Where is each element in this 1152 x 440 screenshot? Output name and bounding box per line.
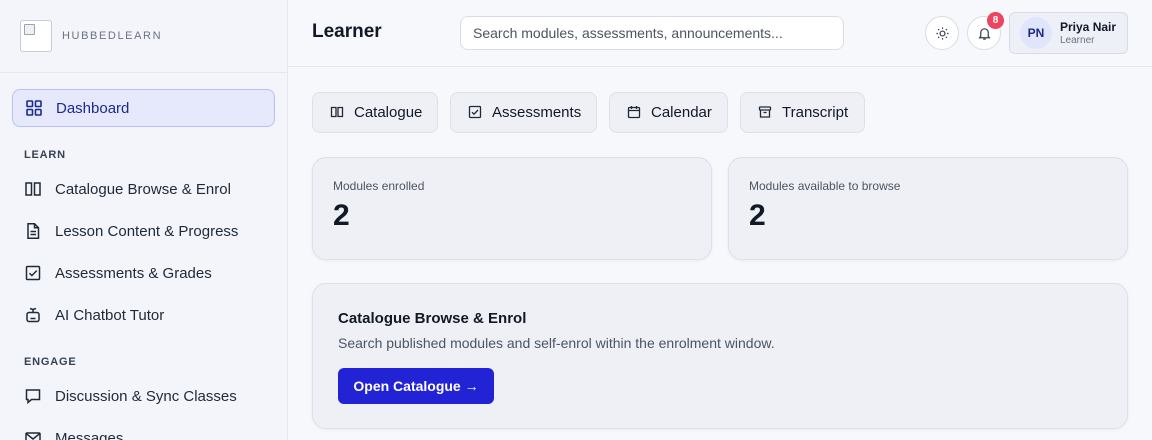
- stat-label: Modules enrolled: [333, 179, 425, 193]
- sidebar-item-label: Catalogue Browse & Enrol: [55, 180, 231, 198]
- notifications-button[interactable]: 8: [967, 12, 1004, 50]
- sidebar-item-label: Lesson Content & Progress: [55, 222, 239, 240]
- stat-value: 2: [333, 199, 350, 232]
- user-name: Priya Nair: [1060, 20, 1117, 34]
- sidebar-item-catalogue[interactable]: Catalogue Browse & Enrol: [12, 170, 275, 208]
- search-input[interactable]: [460, 16, 844, 50]
- grid-icon: [25, 99, 43, 117]
- main-content: Catalogue Assessments Calendar Transcrip…: [288, 67, 1152, 440]
- sidebar-item-label: Assessments & Grades: [55, 264, 212, 282]
- stat-card-enrolled: Modules enrolled 2: [312, 157, 712, 260]
- theme-toggle-button[interactable]: [925, 16, 959, 50]
- sun-icon: [935, 26, 950, 41]
- section-label-learn: LEARN: [24, 149, 66, 161]
- sidebar: HUBBEDLEARN Dashboard LEARN Catalogue Br…: [0, 0, 288, 440]
- document-icon: [24, 222, 42, 240]
- avatar: PN: [1020, 17, 1052, 49]
- section-label-engage: ENGAGE: [24, 356, 77, 368]
- quick-action-catalogue[interactable]: Catalogue: [312, 92, 438, 133]
- archive-icon: [758, 105, 772, 121]
- open-catalogue-button[interactable]: Open Catalogue →: [338, 368, 494, 404]
- catalogue-panel: Catalogue Browse & Enrol Search publishe…: [312, 283, 1128, 429]
- panel-description: Search published modules and self-enrol …: [338, 335, 775, 351]
- quick-action-label: Catalogue: [354, 104, 423, 121]
- calendar-icon: [627, 105, 641, 121]
- chat-bubble-icon: [24, 387, 42, 405]
- brand-logo[interactable]: [20, 20, 52, 52]
- sidebar-item-messages[interactable]: Messages: [12, 419, 275, 440]
- quick-action-transcript[interactable]: Transcript: [740, 92, 865, 133]
- quick-action-calendar[interactable]: Calendar: [609, 92, 728, 133]
- quick-action-label: Transcript: [782, 104, 849, 121]
- quick-action-label: Assessments: [492, 104, 582, 121]
- panel-title: Catalogue Browse & Enrol: [338, 310, 527, 327]
- bell-icon: [977, 26, 992, 41]
- brand: HUBBEDLEARN: [0, 0, 287, 73]
- sidebar-nav: Dashboard LEARN Catalogue Browse & Enrol…: [0, 73, 287, 440]
- bot-icon: [24, 306, 42, 324]
- checkbox-icon: [468, 105, 482, 121]
- sidebar-item-label: Messages: [55, 429, 124, 440]
- mail-icon: [24, 429, 42, 440]
- stat-value: 2: [749, 199, 766, 232]
- top-header: Learner 8 PN Priya Nair Learner: [288, 0, 1152, 67]
- sidebar-item-dashboard[interactable]: Dashboard: [12, 89, 275, 127]
- sidebar-item-label: Dashboard: [56, 99, 130, 117]
- sidebar-item-assessments[interactable]: Assessments & Grades: [12, 254, 275, 292]
- page-title: Learner: [312, 21, 382, 42]
- stat-card-available: Modules available to browse 2: [728, 157, 1128, 260]
- sidebar-item-discussion[interactable]: Discussion & Sync Classes: [12, 377, 275, 415]
- brand-name: HUBBEDLEARN: [62, 30, 163, 42]
- checkbox-icon: [24, 264, 42, 282]
- quick-action-assessments[interactable]: Assessments: [450, 92, 597, 133]
- sidebar-item-lessons[interactable]: Lesson Content & Progress: [12, 212, 275, 250]
- quick-action-label: Calendar: [651, 104, 712, 121]
- book-open-icon: [24, 180, 42, 198]
- sidebar-item-label: AI Chatbot Tutor: [55, 306, 165, 324]
- book-open-icon: [330, 105, 344, 121]
- user-menu[interactable]: PN Priya Nair Learner: [1009, 12, 1128, 54]
- stat-label: Modules available to browse: [749, 179, 901, 193]
- sidebar-item-ai-tutor[interactable]: AI Chatbot Tutor: [12, 296, 275, 334]
- user-info: Priya Nair Learner: [1060, 20, 1116, 46]
- sidebar-item-label: Discussion & Sync Classes: [55, 387, 237, 405]
- user-role: Learner: [1060, 35, 1095, 46]
- notification-badge: 8: [987, 12, 1004, 29]
